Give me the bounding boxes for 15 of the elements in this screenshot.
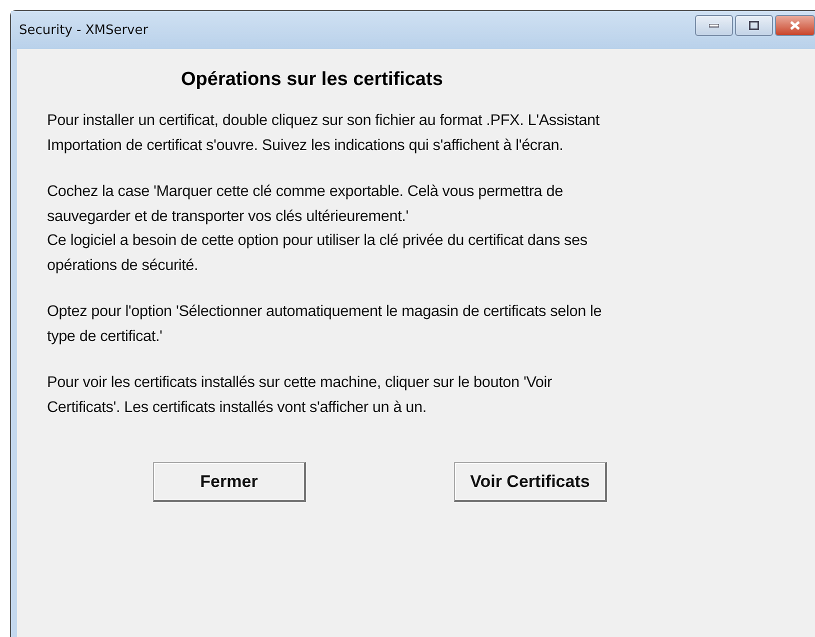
maximize-icon (749, 21, 759, 30)
instruction-text: Optez pour l'option 'Sélectionner automatiquement le magasin de certificats selon le type de certificat.' (47, 302, 603, 346)
instruction-text: Cochez la case 'Marquer cette clé comme exportable. Celà vous permettra de sauvegarder et de transporter vos clés ultérieurement.' (47, 182, 564, 226)
window-title: Security - XMServer (19, 22, 148, 38)
instruction-text: Pour voir les certificats installés sur cette machine, cliquer sur le bouton 'Voir Certificats'. Les certificats installés vont s'afficher un à un. (47, 373, 553, 418)
instruction-text: Pour installer un certificat, double cliquez sur son fichier au format .PFX. L'Assistant Importation de certificat s'ouvre. Suivez les indications qui s'affichent à l'écran. (47, 111, 600, 156)
close-icon (790, 21, 800, 30)
view-certificates-button[interactable]: Voir Certificats (454, 462, 607, 502)
maximize-button[interactable] (735, 15, 773, 36)
instruction-text: Ce logiciel a besoin de cette option pour utiliser la clé privée du certificat dans ses opérations de sécurité. (47, 231, 588, 276)
minimize-icon (709, 24, 719, 28)
minimize-button[interactable] (695, 15, 733, 36)
heading: Opérations sur les certificats (181, 69, 444, 91)
close-dialog-button[interactable]: Fermer (153, 462, 306, 502)
close-button[interactable] (775, 15, 815, 36)
